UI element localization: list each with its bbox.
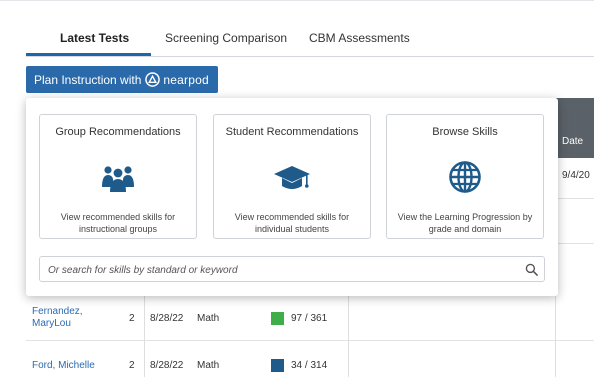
date-cell: 9/4/20 bbox=[562, 170, 590, 181]
column-divider bbox=[144, 296, 145, 377]
graduation-cap-icon bbox=[214, 163, 370, 193]
card-title: Browse Skills bbox=[432, 126, 498, 138]
globe-icon bbox=[387, 161, 543, 194]
active-tab-indicator bbox=[26, 53, 151, 56]
grade-cell: 2 bbox=[129, 360, 135, 371]
skill-search-input[interactable] bbox=[46, 261, 520, 279]
card-title: Group Recommendations bbox=[55, 126, 181, 138]
tab-bar: Latest Tests Screening Comparison CBM As… bbox=[26, 22, 594, 57]
row-divider bbox=[555, 243, 594, 244]
score-indicator bbox=[271, 359, 284, 372]
tab-latest-tests[interactable]: Latest Tests bbox=[60, 31, 129, 45]
grade-cell: 2 bbox=[129, 313, 135, 324]
date-column-header: Date bbox=[562, 136, 584, 147]
student-name-link[interactable]: Fernandez, MaryLou bbox=[32, 306, 102, 330]
card-description: View recommended skills for instructiona… bbox=[60, 212, 176, 234]
student-recommendations-card[interactable]: Student Recommendations View recommended… bbox=[213, 114, 371, 239]
nearpod-logo: nearpod bbox=[145, 72, 209, 87]
top-divider bbox=[0, 0, 594, 1]
nearpod-brand-text: nearpod bbox=[163, 72, 209, 87]
search-icon[interactable] bbox=[525, 263, 538, 281]
skill-search-box bbox=[39, 256, 545, 282]
plan-instruction-button[interactable]: Plan Instruction with nearpod bbox=[26, 66, 218, 93]
browse-skills-card[interactable]: Browse Skills View the Learning Progress… bbox=[386, 114, 544, 239]
group-recommendations-card[interactable]: Group Recommendations View recommended s… bbox=[39, 114, 197, 239]
row-divider bbox=[555, 198, 594, 199]
card-description: View recommended skills for individual s… bbox=[234, 212, 350, 234]
subject-cell: Math bbox=[197, 360, 220, 371]
score-cell: 97 / 361 bbox=[291, 313, 328, 324]
plan-instruction-popup: Group Recommendations View recommended s… bbox=[26, 98, 558, 296]
tab-cbm-assessments[interactable]: CBM Assessments bbox=[309, 31, 410, 45]
group-users-icon bbox=[40, 163, 196, 193]
score-cell: 34 / 314 bbox=[291, 360, 328, 371]
plan-instruction-label: Plan Instruction with bbox=[34, 72, 142, 87]
student-name-link[interactable]: Ford, Michelle bbox=[32, 360, 95, 372]
column-divider bbox=[348, 296, 349, 377]
nearpod-logo-icon bbox=[145, 72, 161, 87]
table-header-strip bbox=[556, 98, 594, 158]
subject-cell: Math bbox=[197, 313, 220, 324]
card-description: View the Learning Progression by grade a… bbox=[397, 212, 533, 234]
row-divider bbox=[26, 340, 594, 341]
score-indicator bbox=[271, 312, 284, 325]
card-title: Student Recommendations bbox=[225, 126, 359, 138]
tab-screening-comparison[interactable]: Screening Comparison bbox=[165, 31, 287, 45]
test-date-cell: 8/28/22 bbox=[150, 360, 184, 371]
test-date-cell: 8/28/22 bbox=[150, 313, 184, 324]
